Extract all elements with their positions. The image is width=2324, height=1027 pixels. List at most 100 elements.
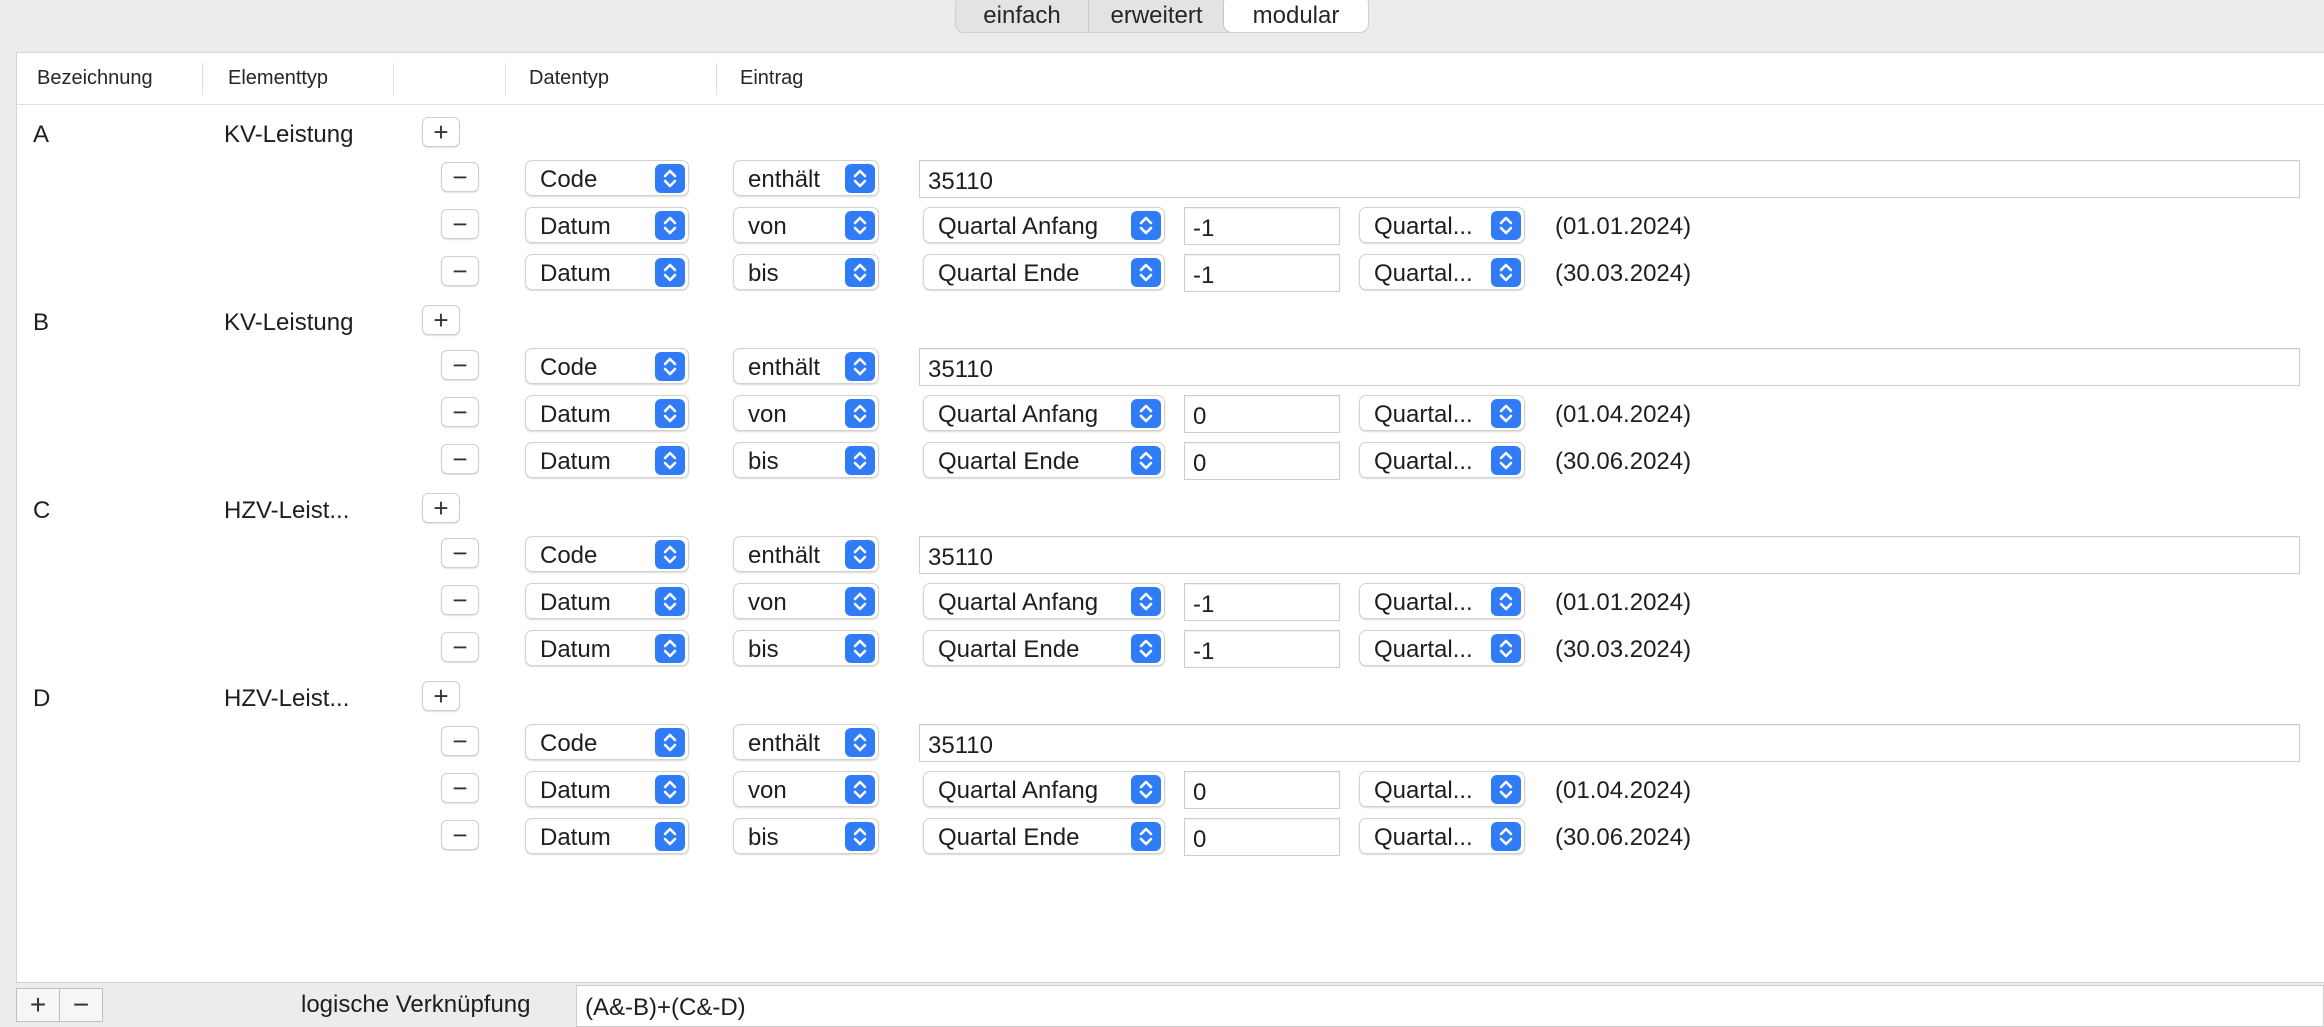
element-type: KV-Leistung: [224, 121, 354, 148]
chevron-updown-icon: [655, 352, 685, 381]
remove-condition-button[interactable]: −: [441, 538, 479, 568]
unit-select[interactable]: Quartal...: [1359, 630, 1525, 666]
unit-select-value: Quartal...: [1374, 401, 1473, 428]
remove-group-button[interactable]: −: [59, 988, 103, 1022]
logic-expression-field[interactable]: (A&-B)+(C&-D): [576, 985, 2324, 1027]
column-eintrag[interactable]: Eintrag: [740, 67, 803, 90]
code-value-field-value: 35110: [928, 544, 993, 571]
datatype-select[interactable]: Code: [525, 348, 689, 384]
add-condition-button[interactable]: +: [422, 305, 460, 335]
reference-select[interactable]: Quartal Ende: [923, 442, 1165, 478]
datatype-select[interactable]: Code: [525, 724, 689, 760]
column-datentyp[interactable]: Datentyp: [529, 67, 609, 90]
remove-condition-button[interactable]: −: [441, 256, 479, 286]
offset-field[interactable]: -1: [1184, 207, 1340, 245]
tab-einfach[interactable]: einfach: [956, 0, 1088, 32]
tab-modular[interactable]: modular: [1224, 0, 1368, 32]
datatype-select[interactable]: Datum: [525, 583, 689, 619]
code-value-field[interactable]: 35110: [919, 536, 2300, 574]
operator-select[interactable]: enthält: [733, 160, 879, 196]
unit-select[interactable]: Quartal...: [1359, 818, 1525, 854]
unit-select[interactable]: Quartal...: [1359, 771, 1525, 807]
offset-field[interactable]: 0: [1184, 395, 1340, 433]
datatype-select[interactable]: Datum: [525, 630, 689, 666]
remove-condition-button[interactable]: −: [441, 350, 479, 380]
tab-erweitert[interactable]: erweitert: [1088, 0, 1224, 32]
chevron-updown-icon: [845, 352, 875, 381]
operator-select[interactable]: enthält: [733, 536, 879, 572]
code-value-field[interactable]: 35110: [919, 724, 2300, 762]
datatype-select[interactable]: Datum: [525, 395, 689, 431]
remove-condition-button[interactable]: −: [441, 444, 479, 474]
datatype-select[interactable]: Datum: [525, 207, 689, 243]
datatype-select-value: Code: [540, 730, 598, 757]
chevron-updown-icon: [655, 211, 685, 240]
remove-condition-button[interactable]: −: [441, 726, 479, 756]
offset-field[interactable]: 0: [1184, 818, 1340, 856]
minus-icon: −: [452, 585, 468, 615]
offset-field[interactable]: -1: [1184, 630, 1340, 668]
unit-select[interactable]: Quartal...: [1359, 583, 1525, 619]
offset-field[interactable]: -1: [1184, 583, 1340, 621]
operator-select-value: von: [748, 777, 787, 804]
minus-icon: −: [452, 444, 468, 474]
reference-select[interactable]: Quartal Ende: [923, 254, 1165, 290]
remove-condition-button[interactable]: −: [441, 162, 479, 192]
add-group-button[interactable]: +: [16, 988, 60, 1022]
reference-select[interactable]: Quartal Anfang: [923, 207, 1165, 243]
datatype-select[interactable]: Code: [525, 160, 689, 196]
resolved-date: (30.03.2024): [1555, 636, 1692, 663]
remove-condition-button[interactable]: −: [441, 820, 479, 850]
offset-field[interactable]: 0: [1184, 771, 1340, 809]
operator-select[interactable]: bis: [733, 442, 879, 478]
code-value-field[interactable]: 35110: [919, 348, 2300, 386]
minus-icon: −: [72, 989, 90, 1020]
datatype-select[interactable]: Code: [525, 536, 689, 572]
column-separator: [505, 63, 506, 95]
operator-select[interactable]: von: [733, 771, 879, 807]
column-separator: [202, 63, 203, 95]
operator-select[interactable]: bis: [733, 818, 879, 854]
unit-select[interactable]: Quartal...: [1359, 395, 1525, 431]
operator-select[interactable]: enthält: [733, 348, 879, 384]
remove-condition-button[interactable]: −: [441, 773, 479, 803]
reference-select[interactable]: Quartal Ende: [923, 630, 1165, 666]
operator-select[interactable]: von: [733, 395, 879, 431]
operator-select[interactable]: von: [733, 583, 879, 619]
unit-select-value: Quartal...: [1374, 777, 1473, 804]
remove-condition-button[interactable]: −: [441, 397, 479, 427]
add-condition-button[interactable]: +: [422, 117, 460, 147]
datatype-select[interactable]: Datum: [525, 254, 689, 290]
operator-select[interactable]: enthält: [733, 724, 879, 760]
column-elementtyp[interactable]: Elementtyp: [228, 67, 328, 90]
datatype-select[interactable]: Datum: [525, 771, 689, 807]
unit-select[interactable]: Quartal...: [1359, 442, 1525, 478]
offset-field-value: -1: [1193, 638, 1215, 665]
add-condition-button[interactable]: +: [422, 681, 460, 711]
code-value-field[interactable]: 35110: [919, 160, 2300, 198]
unit-select[interactable]: Quartal...: [1359, 207, 1525, 243]
unit-select[interactable]: Quartal...: [1359, 254, 1525, 290]
operator-select[interactable]: von: [733, 207, 879, 243]
remove-condition-button[interactable]: −: [441, 632, 479, 662]
unit-select-value: Quartal...: [1374, 589, 1473, 616]
offset-field[interactable]: 0: [1184, 442, 1340, 480]
operator-select[interactable]: bis: [733, 630, 879, 666]
minus-icon: −: [452, 538, 468, 568]
reference-select[interactable]: Quartal Anfang: [923, 395, 1165, 431]
reference-select[interactable]: Quartal Ende: [923, 818, 1165, 854]
reference-select-value: Quartal Ende: [938, 260, 1080, 287]
add-condition-button[interactable]: +: [422, 493, 460, 523]
operator-select[interactable]: bis: [733, 254, 879, 290]
datatype-select[interactable]: Datum: [525, 818, 689, 854]
remove-condition-button[interactable]: −: [441, 585, 479, 615]
plus-icon: +: [433, 305, 449, 335]
remove-condition-button[interactable]: −: [441, 209, 479, 239]
reference-select[interactable]: Quartal Anfang: [923, 771, 1165, 807]
datatype-select[interactable]: Datum: [525, 442, 689, 478]
column-bezeichnung[interactable]: Bezeichnung: [37, 67, 153, 90]
offset-field[interactable]: -1: [1184, 254, 1340, 292]
reference-select[interactable]: Quartal Anfang: [923, 583, 1165, 619]
chevron-updown-icon: [1131, 446, 1161, 475]
offset-field-value: 0: [1193, 779, 1207, 806]
